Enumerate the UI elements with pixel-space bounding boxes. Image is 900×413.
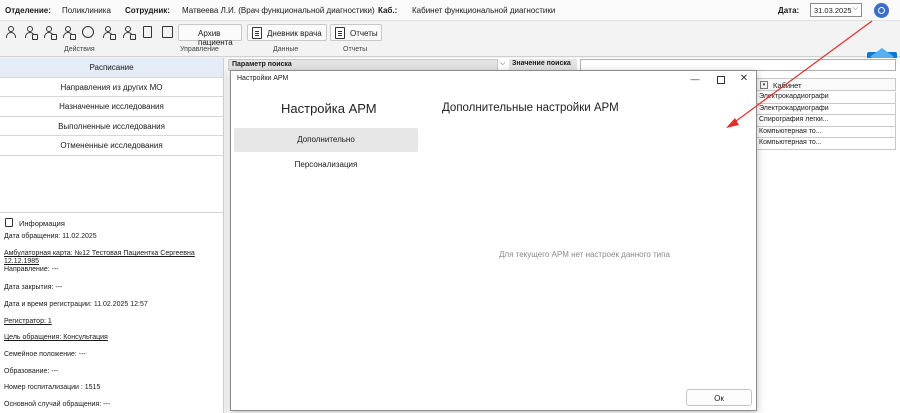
info-line-birthdate[interactable]: 12.12.1985	[4, 258, 39, 265]
sidebar-item-referrals[interactable]: Направления из других МО	[0, 78, 223, 97]
settings-main-title: Дополнительные настройки АРМ	[442, 102, 619, 114]
minimize-icon[interactable]: —	[689, 73, 701, 85]
info-line: Дата закрытия: ---	[4, 284, 63, 291]
table-row[interactable]: Компьютерная то...	[756, 126, 896, 138]
info-line: Основной случай обращения: ---	[4, 401, 111, 408]
empty-settings-message: Для текущего АРМ нет настроек данного ти…	[499, 250, 670, 259]
group-label-reports: Отчеты	[343, 46, 368, 53]
table-cell: Спирография легки...	[759, 116, 829, 123]
table-row[interactable]: Электрокардиография	[756, 103, 896, 115]
info-title: Информация	[19, 219, 65, 228]
info-line-purpose[interactable]: Цель обращения: Консультация	[4, 334, 108, 341]
sidebar-item-cancelled[interactable]: Отмененные исследования	[0, 136, 223, 156]
search-param-label: Параметр поиска	[232, 61, 292, 68]
top-header-bar: Отделение: Поликлиника Сотрудник: Матвее…	[0, 0, 900, 21]
group-label-management: Управление	[180, 46, 219, 53]
left-panel: Расписание Направления из других МО Назн…	[0, 58, 224, 413]
table-cell: Компьютерная то...	[759, 139, 822, 146]
date-label: Дата:	[778, 6, 800, 15]
table-row[interactable]: Компьютерная то...	[756, 138, 896, 150]
settings-gear-icon[interactable]	[874, 3, 889, 18]
sidebar-item-assigned[interactable]: Назначенные исследования	[0, 97, 223, 117]
dialog-window-title: Настройки АРМ	[237, 75, 289, 82]
patient-icon-5[interactable]	[101, 25, 116, 40]
patient-archive-label: Архив пациента	[198, 29, 233, 47]
info-line: Образование: ---	[4, 368, 59, 375]
close-icon[interactable]: ✕	[738, 73, 750, 85]
chevron-down-icon[interactable]: ⌵	[500, 60, 505, 68]
table-cell: Электрокардиография	[759, 104, 829, 112]
group-label-actions: Действия	[64, 46, 95, 53]
info-line: Семейное положение: ---	[4, 351, 86, 358]
info-line-card[interactable]: Амбулаторная карта: №12 Тестовая Пациент…	[4, 250, 195, 257]
date-value: 31.03.2025	[814, 6, 852, 15]
diary-icon	[252, 27, 262, 39]
patient-icon-4[interactable]	[61, 25, 76, 40]
info-line: Направление: ---	[4, 266, 59, 273]
reports-icon	[335, 27, 345, 39]
chevron-down-icon: ⌵	[852, 5, 858, 12]
doctor-diary-button[interactable]: Дневник врача	[247, 24, 327, 41]
info-line-registrar[interactable]: Регистратор: 1	[4, 318, 52, 325]
document-list-icon[interactable]	[161, 25, 175, 40]
department-label: Отделение:	[5, 6, 51, 15]
info-line: Номер госпитализации : 1515	[4, 384, 101, 391]
doctor-diary-label: Дневник врача	[267, 29, 322, 38]
employee-label: Сотрудник:	[125, 6, 170, 15]
maximize-icon[interactable]	[714, 73, 726, 85]
tab-additional[interactable]: Дополнительно	[234, 128, 418, 152]
employee-value: Матвеева Л.И. (Врач функциональной диагн…	[182, 6, 375, 15]
ok-button[interactable]: Ок	[686, 389, 752, 406]
settings-side-title: Настройка АРМ	[281, 101, 377, 116]
info-document-icon	[5, 218, 13, 227]
toolbar: Архив пациента Дневник врача Отчеты Дейс…	[0, 21, 900, 74]
department-value: Поликлиника	[62, 6, 111, 15]
patient-icon-1[interactable]	[4, 25, 18, 40]
settings-dialog: Настройки АРМ — ✕ Настройка АРМ Дополнит…	[230, 70, 757, 411]
table-row[interactable]: Спирография легки...	[756, 115, 896, 127]
cabinet-column-header[interactable]: ▾ Кабинет	[756, 78, 896, 91]
reports-label: Отчеты	[350, 29, 378, 38]
table-cell: Электрокардиография	[759, 93, 829, 100]
tab-personalization[interactable]: Персонализация	[234, 153, 418, 177]
info-panel: Информация Дата обращения: 11.02.2025 Ам…	[0, 212, 224, 413]
patient-icon-2[interactable]	[23, 25, 38, 40]
reports-button[interactable]: Отчеты	[330, 24, 382, 41]
table-cell: Компьютерная то...	[759, 127, 822, 135]
group-label-data: Данные	[273, 46, 299, 53]
sidebar-item-completed[interactable]: Выполненные исследования	[0, 117, 223, 136]
chevron-down-icon[interactable]: ▾	[760, 81, 768, 89]
patient-archive-button[interactable]: Архив пациента	[178, 24, 242, 47]
office-label: Каб.:	[378, 6, 398, 15]
office-value: Кабинет функциональной диагностики	[412, 6, 556, 15]
globe-icon[interactable]	[81, 25, 95, 40]
patient-icon-6[interactable]	[121, 25, 136, 40]
info-line: Дата и время регистрации: 11.02.2025 12:…	[4, 301, 148, 308]
info-line: Дата обращения: 11.02.2025	[4, 233, 97, 240]
table-row[interactable]: Электрокардиография	[756, 92, 896, 104]
patient-icon-3[interactable]	[42, 25, 57, 40]
date-picker[interactable]: 31.03.2025 ⌵	[810, 3, 862, 17]
cabinet-header-label: Кабинет	[773, 81, 802, 90]
schedule-header[interactable]: Расписание	[0, 58, 223, 78]
clipboard-icon[interactable]	[141, 25, 155, 40]
